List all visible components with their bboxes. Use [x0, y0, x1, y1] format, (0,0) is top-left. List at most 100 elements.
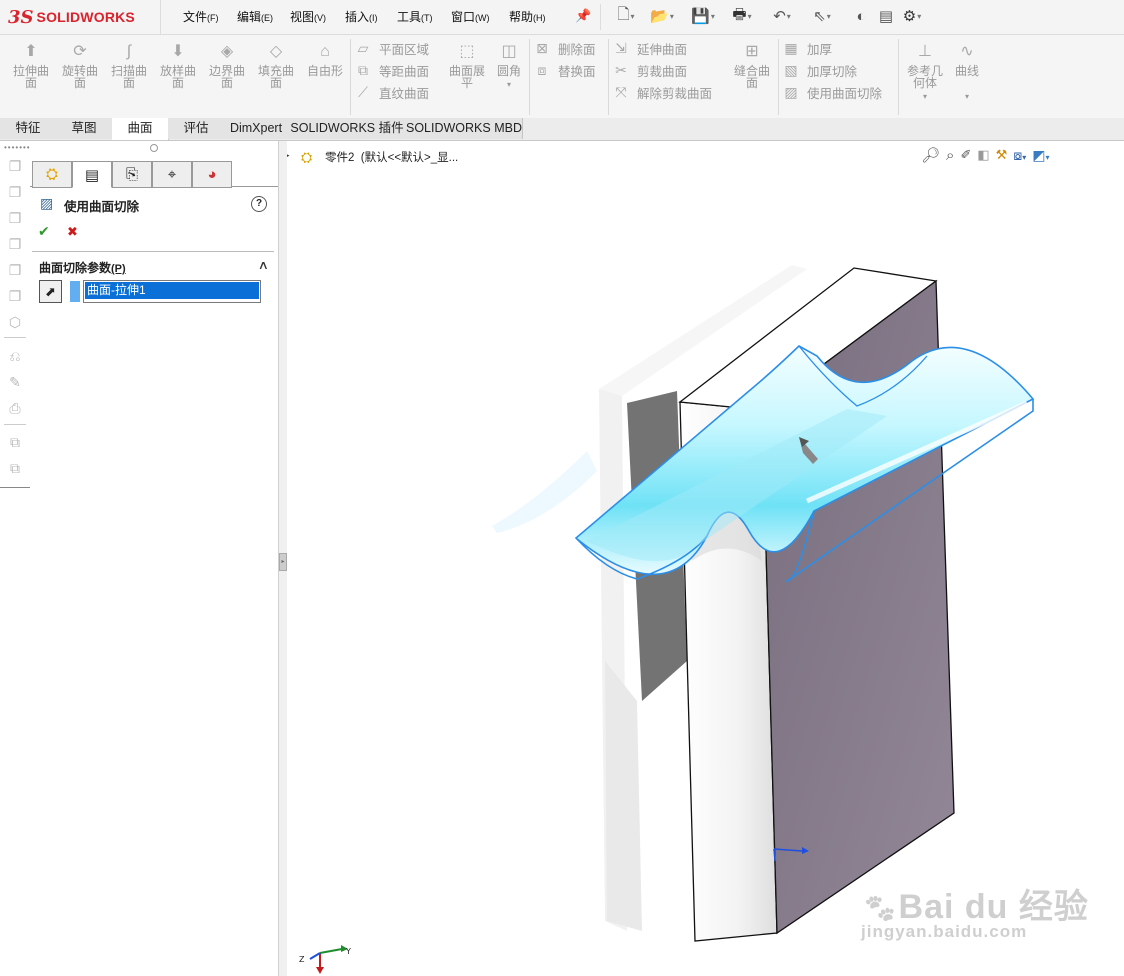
dimxpert-manager-tab[interactable]: ⌖ [152, 161, 192, 188]
fillet-icon: ◫ [501, 43, 517, 60]
layer-icon[interactable]: ⧉ [6, 433, 24, 451]
surface-cut-button[interactable]: ▨ 使用曲面切除 [782, 81, 882, 103]
select-arrow-icon[interactable]: ⇖ ▾ [812, 6, 832, 26]
tab-surfaces[interactable]: 曲面 [112, 118, 169, 140]
cube-view-icon[interactable]: ❐ [6, 235, 24, 253]
surface-cut-icon: ▨ [784, 83, 798, 100]
pin-menu-icon[interactable]: 📌 [575, 8, 591, 24]
extend-surface-icon: ⇲ [615, 39, 627, 56]
ruled-surface-icon: ⟋ [358, 83, 368, 100]
model-viewport[interactable]: Z Y [287, 141, 1124, 976]
planar-surface-button[interactable]: ▱ 平面区域 [354, 37, 429, 59]
help-button[interactable]: ? [251, 196, 267, 212]
panel-splitter[interactable]: ▸ [278, 141, 287, 976]
open-document-icon[interactable]: 📂 ▾ [650, 6, 674, 26]
tab-features[interactable]: 特征 [0, 118, 57, 139]
cube-view-icon[interactable]: ❐ [6, 261, 24, 279]
revolve-surface-button[interactable]: ⟳ 旋转曲面 [56, 43, 104, 89]
undo-icon[interactable]: ↶ ▾ [772, 6, 792, 26]
loft-surface-button[interactable]: ⬇ 放样曲面 [154, 43, 202, 89]
ok-button[interactable]: ✔ [38, 223, 50, 240]
fillet-button[interactable]: ◫ 圆角 ▾ [487, 43, 531, 91]
display-manager-tab[interactable]: ◕ [192, 161, 232, 188]
tab-dimxpert[interactable]: DimXpert [224, 118, 289, 139]
trim-surface-button[interactable]: ✂ 剪裁曲面 [612, 59, 712, 81]
knit-surface-icon: ⊞ [745, 43, 759, 60]
thickened-cut-icon: ▧ [784, 61, 798, 78]
sketch-tool-icon[interactable]: ⎌ [6, 347, 24, 365]
menu-tools[interactable]: 工具(T) [397, 8, 433, 25]
menu-edit[interactable]: 编辑(E) [237, 8, 273, 25]
thickened-cut-button[interactable]: ▧ 加厚切除 [782, 59, 882, 81]
tab-sketch[interactable]: 草图 [56, 118, 113, 139]
sketch-tool-icon[interactable]: ✎ [6, 373, 24, 391]
surface-flatten-button[interactable]: ⬚ 曲面展平 [443, 43, 491, 89]
cube-view-icon[interactable]: ❐ [6, 287, 24, 305]
curves-button[interactable]: ∿ 曲线 ▾ [943, 43, 991, 103]
command-manager-ribbon: ⬆ 拉伸曲面 ⟳ 旋转曲面 ∫ 扫描曲面 ⬇ 放样曲面 ◈ 边界曲面 ◇ 填充曲面 ⌂ 自由形… [0, 35, 1124, 119]
feature-manager-tab[interactable]: ⛭ [32, 161, 72, 188]
menu-insert[interactable]: 插入(I) [345, 8, 378, 25]
tab-evaluate[interactable]: 评估 [168, 118, 225, 139]
property-list-icon: ▤ [84, 166, 100, 184]
layer-icon[interactable]: ⧉ [6, 459, 24, 477]
cancel-button[interactable]: ✖ [67, 224, 78, 240]
section-header-surface-cut-parameters[interactable]: 曲面切除参数(P) [39, 259, 126, 276]
isometric-view-icon[interactable]: ⬡ [6, 313, 24, 331]
offset-surface-button[interactable]: ⧉ 等距曲面 [354, 59, 429, 81]
fill-surface-button[interactable]: ◇ 填充曲面 [252, 43, 300, 89]
menu-file[interactable]: 文件(F) [183, 8, 219, 25]
sketch-tool-icon[interactable]: ⎙ [6, 399, 24, 417]
extrude-surface-icon: ⬆ [24, 43, 38, 60]
tab-solidworks-addins[interactable]: SOLIDWORKS 插件 [288, 118, 407, 139]
cube-view-icon[interactable]: ❐ [6, 157, 24, 175]
title-bar: 3S SOLIDWORKS 文件(F) 编辑(E) 视图(V) 插入(I) 工具… [0, 0, 1124, 35]
revolve-surface-icon: ⟳ [73, 43, 87, 60]
file-properties-icon[interactable]: ▤ [876, 6, 896, 26]
options-gear-icon[interactable]: ⚙ ▾ [902, 6, 922, 26]
freeform-icon: ⌂ [320, 43, 330, 60]
cube-view-icon[interactable]: ❐ [6, 209, 24, 227]
surface-selection-box[interactable]: 曲面-拉伸1 [83, 280, 261, 303]
solidworks-logo[interactable]: 3S SOLIDWORKS [8, 3, 156, 31]
triad-y-label: Y [345, 947, 351, 956]
ruled-surface-button[interactable]: ⟋ 直纹曲面 [354, 81, 429, 103]
loft-surface-icon: ⬇ [171, 43, 185, 60]
triad-z-label: Z [299, 955, 305, 964]
save-icon[interactable]: 💾 ▾ [691, 6, 715, 26]
delete-face-button[interactable]: ⊠ 删除面 [533, 37, 595, 59]
rebuild-icon[interactable]: ◐ [851, 6, 871, 26]
direction-arrow-icon[interactable]: ⬈ [39, 280, 62, 303]
untrim-surface-button[interactable]: ⤧ 解除剪裁曲面 [612, 81, 712, 103]
menu-view[interactable]: 视图(V) [290, 8, 326, 25]
tab-solidworks-mbd[interactable]: SOLIDWORKS MBD [406, 118, 523, 139]
configuration-manager-tab[interactable]: ⎘ [112, 161, 152, 188]
new-document-icon[interactable]: 🗋 ▾ [616, 6, 636, 26]
replace-face-icon: ⧈ [537, 61, 547, 78]
selected-surface-item[interactable]: 曲面-拉伸1 [85, 282, 259, 299]
graphics-area[interactable]: ▸ ⛭ 零件2 (默认<<默认>_显... 🔎︎ ⌕ ✐ ◧ ⚒ ⧇▾ ◩▾ Z… [287, 141, 1124, 976]
replace-face-button[interactable]: ⧈ 替换面 [533, 59, 596, 81]
extend-surface-button[interactable]: ⇲ 延伸曲面 [612, 37, 712, 59]
collapse-section-icon[interactable]: ∧ [258, 258, 269, 272]
extrude-surface-button[interactable]: ⬆ 拉伸曲面 [7, 43, 55, 89]
reference-triad: Z Y [299, 945, 351, 974]
menu-window[interactable]: 窗口(W) [451, 8, 490, 25]
watermark-url: jingyan.baidu.com [861, 922, 1028, 941]
knit-surface-button[interactable]: ⊞ 缝合曲面 [728, 43, 776, 89]
print-icon[interactable]: 🖶 ▾ [732, 6, 752, 26]
cube-view-icon[interactable]: ❐ [6, 183, 24, 201]
menu-help[interactable]: 帮助(H) [509, 8, 546, 25]
left-toolbar-strip: •••••••• ❐ ❐ ❐ ❐ ❐ ❐ ⬡ ⎌ ✎ ⎙ ⧉ ⧉ [0, 141, 33, 491]
boundary-surface-button[interactable]: ◈ 边界曲面 [203, 43, 251, 89]
thicken-button[interactable]: ▦ 加厚 [782, 37, 882, 59]
splitter-handle[interactable]: ▸ [279, 553, 287, 571]
freeform-button[interactable]: ⌂ 自由形 [301, 43, 349, 77]
reference-geometry-button[interactable]: ⊥ 参考几 何体 ▾ [901, 43, 949, 103]
sweep-surface-button[interactable]: ∫ 扫描曲面 [105, 43, 153, 89]
solidworks-logo-text: SOLIDWORKS [36, 9, 135, 25]
surface-flatten-icon: ⬚ [459, 43, 475, 60]
property-manager-tab[interactable]: ▤ [72, 161, 112, 188]
delete-face-icon: ⊠ [536, 39, 548, 56]
panel-grip[interactable] [150, 144, 158, 152]
